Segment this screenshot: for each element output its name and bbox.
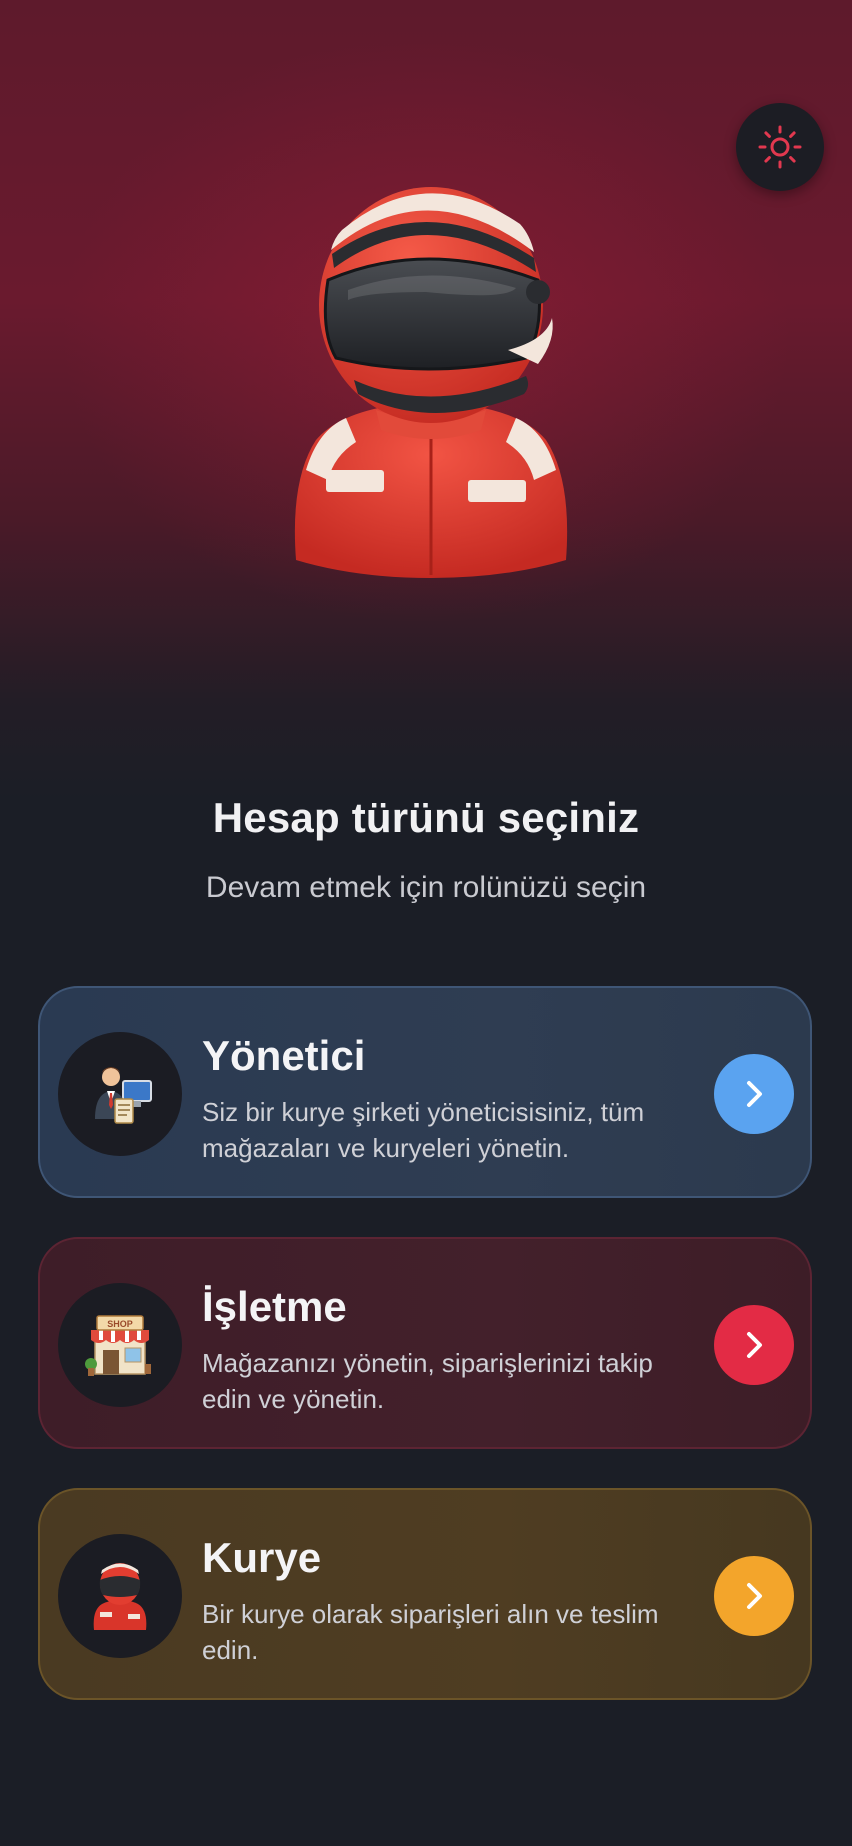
role-description: Bir kurye olarak siparişleri alın ve tes… [202, 1599, 659, 1665]
select-admin-button[interactable] [714, 1054, 794, 1134]
select-courier-button[interactable] [714, 1556, 794, 1636]
sun-icon [758, 125, 802, 169]
role-title: Yönetici [202, 1032, 366, 1079]
role-title: İşletme [202, 1283, 347, 1330]
card-icon-container [58, 1534, 182, 1658]
role-card-courier[interactable]: Kurye Bir kurye olarak siparişleri alın … [38, 1488, 812, 1700]
select-business-button[interactable] [714, 1305, 794, 1385]
chevron-right-icon [747, 1332, 762, 1358]
role-description: Siz bir kurye şirketi yöneticisisiniz, t… [202, 1097, 645, 1163]
theme-toggle-button[interactable] [736, 103, 824, 191]
page-subtitle: Devam etmek için rolünüzü seçin [205, 871, 647, 904]
card-icon-container [58, 1032, 182, 1156]
svg-text:SHOP: SHOP [107, 1319, 133, 1329]
role-card-business[interactable]: SHOP İşletme Mağazanızı yönetin, sipariş… [38, 1237, 812, 1449]
courier-icon [93, 1563, 147, 1630]
shop-icon: SHOP [85, 1315, 151, 1376]
page-title: Hesap türünü seçiniz [212, 794, 640, 841]
role-description: Mağazanızı yönetin, siparişlerinizi taki… [202, 1348, 653, 1414]
chevron-right-icon [747, 1583, 762, 1609]
courier-hero-illustration [294, 187, 568, 578]
chevron-right-icon [747, 1081, 762, 1107]
manager-icon [95, 1067, 152, 1124]
card-icon-container: SHOP [58, 1283, 182, 1407]
role-title: Kurye [202, 1534, 322, 1581]
role-card-admin[interactable]: Yönetici Siz bir kurye şirketi yöneticis… [38, 986, 812, 1198]
role-selection-screen: Hesap türünü seçiniz Devam etmek için ro… [0, 0, 852, 1846]
